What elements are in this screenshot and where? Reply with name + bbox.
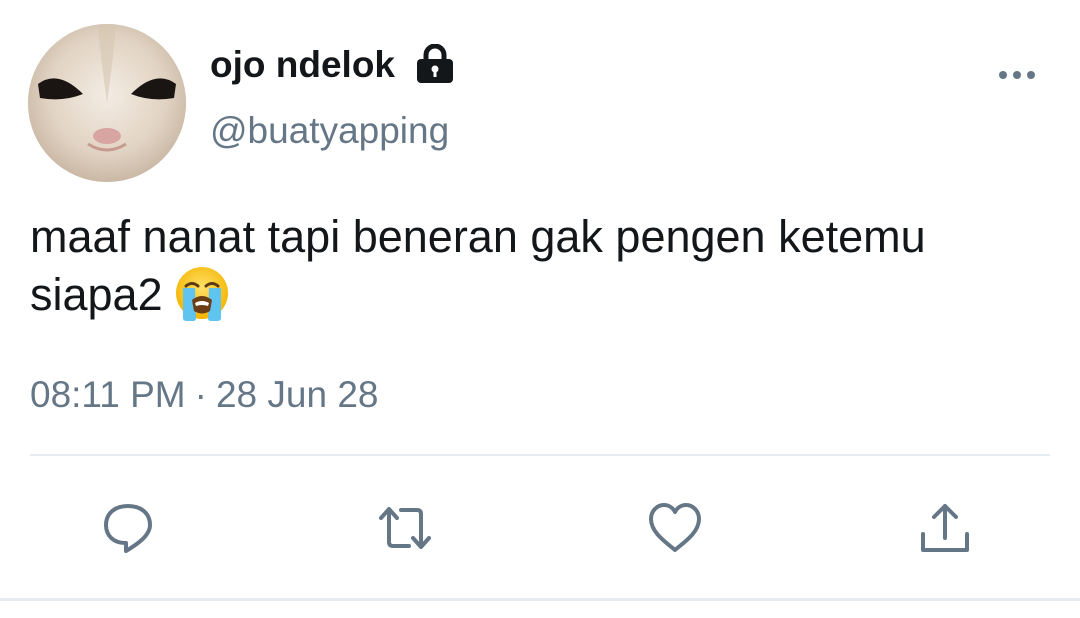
loudly-crying-face-icon — [175, 267, 228, 321]
tweet-timestamp[interactable]: 08:11 PM · 28 Jun 28 — [30, 374, 378, 416]
tweet-time: 08:11 PM — [30, 374, 186, 415]
like-button[interactable] — [645, 498, 705, 558]
user-handle[interactable]: @buatyapping — [210, 110, 449, 152]
display-name[interactable]: ojo ndelok — [210, 44, 395, 86]
retweet-icon — [379, 507, 431, 549]
lock-icon — [417, 44, 453, 83]
share-button[interactable] — [915, 498, 975, 558]
heart-icon — [649, 503, 701, 552]
meta-separator: · — [194, 374, 207, 415]
more-options-icon[interactable] — [995, 60, 1039, 90]
share-icon — [921, 504, 969, 552]
divider — [30, 454, 1050, 456]
retweet-button[interactable] — [375, 498, 435, 558]
reply-icon — [104, 504, 152, 553]
tweet-text: maaf nanat tapi beneran gak pengen ketem… — [30, 210, 1040, 322]
tweet-body: maaf nanat tapi beneran gak pengen ketem… — [30, 211, 926, 320]
reply-button[interactable] — [98, 498, 158, 558]
bottom-divider — [0, 598, 1080, 601]
avatar-image — [28, 24, 186, 182]
tweet-date: 28 Jun 28 — [215, 374, 379, 415]
avatar[interactable] — [28, 24, 186, 182]
